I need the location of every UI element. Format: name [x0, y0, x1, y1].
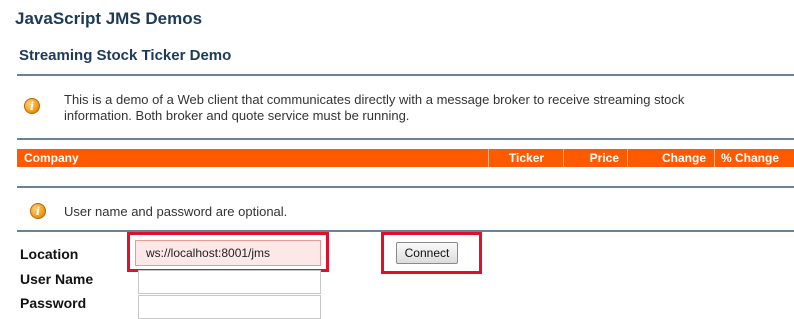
info-icon: i — [30, 203, 46, 219]
column-percent-change[interactable]: % Change — [714, 149, 779, 167]
divider — [17, 138, 794, 140]
quote-table-header: Company Ticker Price Change % Change — [17, 149, 794, 167]
column-price[interactable]: Price — [563, 149, 627, 167]
column-ticker[interactable]: Ticker — [488, 149, 564, 167]
username-field[interactable] — [138, 270, 321, 294]
location-label: Location — [20, 246, 79, 262]
optional-note: User name and password are optional. — [64, 204, 288, 219]
password-field[interactable] — [138, 295, 321, 319]
intro-line-1: This is a demo of a Web client that comm… — [64, 92, 685, 107]
app-title: JavaScript JMS Demos — [15, 9, 203, 28]
column-change[interactable]: Change — [627, 149, 714, 167]
intro-line-2: information. Both broker and quote servi… — [64, 108, 410, 123]
column-company[interactable]: Company — [24, 149, 79, 167]
connect-button[interactable]: Connect — [396, 242, 458, 264]
divider — [17, 74, 794, 76]
username-label: User Name — [20, 271, 94, 287]
page-title: Streaming Stock Ticker Demo — [19, 47, 232, 64]
password-label: Password — [20, 295, 87, 311]
divider — [17, 186, 794, 188]
location-field[interactable] — [135, 240, 321, 266]
info-icon: i — [24, 98, 40, 114]
